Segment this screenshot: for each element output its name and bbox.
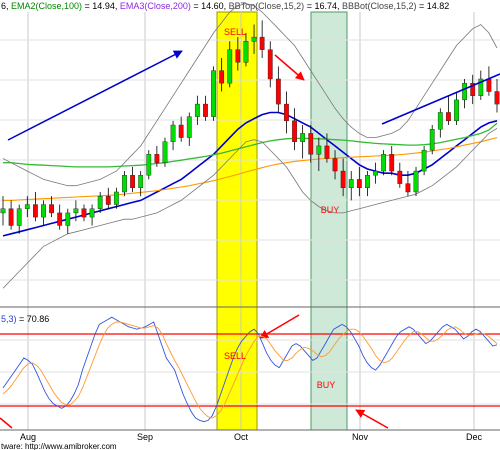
candle-down — [397, 170, 403, 184]
candle-down — [105, 195, 111, 205]
legend-segment: = 14.94, — [82, 1, 117, 11]
candle-up — [316, 145, 322, 155]
buy-label-top: BUY — [321, 205, 340, 215]
x-axis-label: Dec — [466, 432, 483, 442]
legend-segment: BBBot(Close,15,2) — [339, 1, 416, 11]
candle-up — [365, 175, 370, 189]
candle-down — [203, 103, 208, 117]
candle-up — [138, 175, 144, 189]
candle-down — [32, 204, 38, 218]
candle-down — [486, 78, 492, 92]
candle-down — [308, 133, 314, 155]
candle-down — [267, 49, 273, 80]
candle-up — [113, 191, 119, 205]
sell-label-bottom: SELL — [224, 351, 246, 361]
candle-up — [89, 208, 95, 218]
candle-up — [194, 103, 200, 117]
edge-arrow — [0, 417, 13, 429]
stock-chart: SELL BUY SELL BUY Aug Sep Oct Nov Dec 6, EMA2(Clo… — [0, 1, 500, 450]
candle-down — [340, 170, 346, 189]
candle-up — [65, 212, 71, 226]
legend-segment: EMA2(Close,100) — [9, 1, 83, 11]
candle-up — [16, 208, 22, 226]
candle-down — [389, 154, 395, 172]
candle-down — [49, 204, 54, 214]
buy-signal-arrow — [355, 409, 389, 429]
candle-up — [381, 154, 387, 172]
x-axis-label: Nov — [352, 432, 369, 442]
candle-up — [437, 112, 443, 130]
candle-down — [57, 212, 63, 226]
legend-segment: 6, — [1, 1, 9, 11]
legend-segment: = 14.82 — [417, 1, 450, 11]
candle-up — [348, 179, 354, 189]
candle-up — [373, 170, 378, 176]
indicator-legend: 5,3) = 70.86 — [1, 314, 49, 324]
x-axis-label: Sep — [137, 432, 153, 442]
candle-up — [0, 208, 6, 214]
legend-segment: = 16.74, — [304, 1, 339, 11]
candle-up — [227, 49, 233, 84]
candle-down — [219, 70, 225, 84]
candle-down — [446, 112, 451, 122]
candle-down — [332, 158, 338, 172]
legend-segment: = 14.60, — [191, 1, 226, 11]
candle-up — [243, 41, 249, 63]
candle-up — [300, 133, 306, 142]
candle-down — [154, 154, 160, 163]
candle-down — [494, 91, 500, 105]
candle-up — [122, 175, 127, 193]
candle-down — [81, 208, 87, 218]
sell-label-top: SELL — [224, 27, 246, 37]
candle-down — [275, 78, 281, 105]
legend-segment: EMA3(Close,200) — [117, 1, 191, 11]
candle-down — [356, 179, 362, 189]
uptrend-arrow — [7, 50, 183, 141]
buy-zone-band — [310, 11, 348, 431]
candle-up — [413, 170, 419, 193]
candle-up — [421, 149, 427, 172]
downtrend-arrow — [274, 54, 305, 81]
candle-up — [73, 208, 79, 214]
candle-up — [186, 116, 192, 138]
candle-down — [130, 175, 135, 189]
candle-up — [162, 141, 168, 163]
legend-segment: BBTop(Close,15,2) — [226, 1, 304, 11]
candle-down — [324, 145, 330, 159]
indicator-legend-segment: 5,3) — [1, 314, 17, 324]
x-axis-label: Aug — [20, 432, 36, 442]
candle-up — [211, 70, 216, 117]
candle-down — [259, 36, 265, 50]
candle-down — [235, 49, 241, 63]
indicator-legend-segment: = 70.86 — [17, 314, 50, 324]
candle-down — [405, 183, 411, 193]
candle-down — [8, 208, 14, 226]
candle-up — [170, 124, 176, 142]
footer-credit: tware: http://www.amibroker.com — [1, 442, 117, 450]
candle-up — [251, 36, 257, 42]
candle-up — [97, 195, 103, 209]
candle-down — [178, 124, 184, 138]
candle-up — [454, 99, 459, 122]
price-legend: 6, EMA2(Close,100) = 14.94, EMA3(Close,2… — [1, 1, 449, 11]
buy-label-bottom: BUY — [317, 380, 336, 390]
candle-up — [146, 154, 152, 176]
candle-up — [462, 82, 468, 101]
candle-down — [292, 120, 297, 142]
candle-up — [429, 128, 435, 151]
candle-up — [41, 204, 46, 218]
candle-down — [284, 103, 289, 122]
x-axis-label: Oct — [234, 432, 249, 442]
candle-up — [24, 204, 30, 209]
